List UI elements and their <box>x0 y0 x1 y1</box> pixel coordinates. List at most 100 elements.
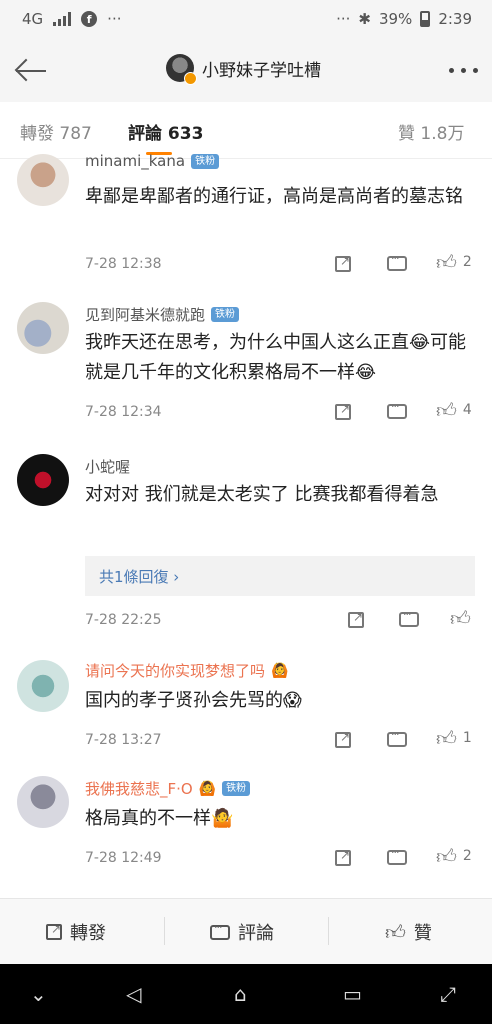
thumbs-up-icon: 👍︎ <box>436 250 457 274</box>
share-action[interactable] <box>335 730 351 748</box>
divider <box>328 917 329 945</box>
like-action[interactable]: 👍︎ 2 <box>436 252 472 272</box>
bottom-action-bar: 轉發 評論 👍︎ 贊 <box>0 898 492 965</box>
fan-badge: 铁粉 <box>191 153 220 169</box>
comment-time: 7-28 22:25 <box>85 612 162 628</box>
comment-icon <box>210 921 230 940</box>
comment-item: minami_kana 铁粉 卑鄙是卑鄙者的通行证，高尚是高尚者的墓志铭 7-2… <box>0 152 492 282</box>
username-text[interactable]: 我佛我慈悲_F·O <box>85 778 193 799</box>
username-text[interactable]: 请问今天的你实现梦想了吗 <box>85 660 265 681</box>
like-action[interactable]: 👍︎ <box>450 608 471 628</box>
system-nav-bar: ⌄ ◁ ⌂ ▭ ⤢ <box>0 964 492 1024</box>
comment-time: 7-28 12:49 <box>85 850 162 866</box>
share-icon <box>335 402 351 420</box>
share-icon <box>46 922 62 940</box>
comment-time: 7-28 12:38 <box>85 256 162 272</box>
comment-item: 请问今天的你实现梦想了吗 🙆 国内的孝子贤孙会先骂的😱 7-28 13:27 👍… <box>0 656 492 756</box>
comment-icon <box>387 400 407 419</box>
comment-button[interactable]: 評論 <box>210 919 274 945</box>
chevron-down-icon[interactable]: ⌄ <box>30 982 47 1006</box>
comment-text: 卑鄙是卑鄙者的通行证，高尚是高尚者的墓志铭 <box>85 186 463 207</box>
username-text[interactable]: minami_kana <box>85 152 185 170</box>
comment-icon <box>399 608 419 627</box>
username-text[interactable]: 见到阿基米德就跑 <box>85 304 205 325</box>
fan-badge: 铁粉 <box>211 307 240 322</box>
repost-label: 轉發 <box>70 923 106 944</box>
user-avatar[interactable] <box>17 660 69 712</box>
comment-username[interactable]: 请问今天的你实现梦想了吗 🙆 <box>85 660 288 681</box>
like-action[interactable]: 👍︎ 1 <box>436 728 472 748</box>
like-action[interactable]: 👍︎ 2 <box>436 846 472 866</box>
like-label: 贊 <box>413 923 432 944</box>
like-count: 2 <box>462 848 472 864</box>
like-count: 2 <box>462 254 472 270</box>
thumbs-up-icon: 👍︎ <box>450 606 471 630</box>
view-replies-link[interactable]: 共1條回復 › <box>85 556 475 596</box>
battery-percent: 39% <box>378 10 413 28</box>
back-triangle-icon[interactable]: ◁ <box>126 982 141 1006</box>
thumbs-up-icon: 👍︎ <box>385 920 406 944</box>
reply-action[interactable] <box>387 252 407 271</box>
share-icon <box>348 610 364 628</box>
back-arrow-icon[interactable] <box>14 56 48 86</box>
comment-item: 小蛇喔 对对对 我们就是太老实了 比赛我都看得着急 7-28 22:25 👍︎ <box>0 452 492 642</box>
like-button[interactable]: 👍︎ 贊 <box>385 919 432 945</box>
like-action[interactable]: 👍︎ 4 <box>436 400 472 420</box>
home-icon[interactable]: ⌂ <box>234 982 247 1006</box>
comment-icon <box>387 728 407 747</box>
comment-text: 我昨天还在思考，为什么中国人这么正直😂可能就是几千年的文化积累格局不一样😂 <box>85 332 467 383</box>
share-icon <box>335 254 351 272</box>
network-indicator: 4G <box>22 10 44 28</box>
comment-time: 7-28 13:27 <box>85 732 162 748</box>
comment-username[interactable]: 我佛我慈悲_F·O 🙆 铁粉 <box>85 778 251 799</box>
facebook-icon: f <box>81 11 98 27</box>
nav-bar: 小野妹子学吐槽 <box>0 40 492 102</box>
user-avatar[interactable] <box>17 454 69 506</box>
signal-icon <box>53 12 72 26</box>
status-bar: 4G f ··· ··· ✱ 39% 2:39 <box>0 0 492 40</box>
bluetooth-icon: ✱ <box>358 10 371 28</box>
repost-button[interactable]: 轉發 <box>46 919 106 945</box>
thumbs-up-icon: 👍︎ <box>436 844 457 868</box>
comment-item: 见到阿基米德就跑 铁粉 我昨天还在思考，为什么中国人这么正直😂可能就是几千年的文… <box>0 300 492 440</box>
share-action[interactable] <box>348 610 364 628</box>
post-author[interactable]: 小野妹子学吐槽 <box>166 54 321 85</box>
user-avatar[interactable] <box>17 776 69 828</box>
battery-icon <box>420 11 431 27</box>
tab-reposts[interactable]: 轉發 787 <box>20 119 92 144</box>
overflow-icon: ··· <box>336 10 351 28</box>
reply-action[interactable] <box>399 608 419 627</box>
more-icon[interactable] <box>449 68 478 73</box>
tab-likes[interactable]: 贊 1.8万 <box>398 119 464 144</box>
expand-icon[interactable]: ⤢ <box>440 982 456 1006</box>
author-avatar[interactable] <box>166 54 197 85</box>
share-action[interactable] <box>335 254 351 272</box>
like-count: 4 <box>462 402 472 418</box>
comment-icon <box>387 252 407 271</box>
clock: 2:39 <box>438 10 472 28</box>
replies-count-text[interactable]: 共1條回復 › <box>99 566 179 587</box>
notification-more-icon: ··· <box>107 10 122 28</box>
comment-username[interactable]: minami_kana 铁粉 <box>85 152 220 170</box>
share-action[interactable] <box>335 402 351 420</box>
share-action[interactable] <box>335 848 351 866</box>
tab-comments[interactable]: 評論 633 <box>128 119 203 144</box>
like-count: 1 <box>462 730 472 746</box>
username-text[interactable]: 小蛇喔 <box>85 456 130 477</box>
reply-action[interactable] <box>387 846 407 865</box>
fan-badge: 铁粉 <box>222 781 251 796</box>
author-name[interactable]: 小野妹子学吐槽 <box>202 56 321 81</box>
comment-item: 我佛我慈悲_F·O 🙆 铁粉 格局真的不一样🤷 7-28 12:49 👍︎ 2 <box>0 774 492 884</box>
comment-username[interactable]: 见到阿基米德就跑 铁粉 <box>85 304 240 325</box>
user-avatar[interactable] <box>17 302 69 354</box>
comment-text: 格局真的不一样🤷 <box>85 808 234 829</box>
user-avatar[interactable] <box>17 154 69 206</box>
recent-apps-icon[interactable]: ▭ <box>343 982 362 1006</box>
emoji-badge: 🙆 <box>271 662 289 679</box>
emoji-badge: 🙆 <box>198 780 217 797</box>
comment-time: 7-28 12:34 <box>85 404 162 420</box>
comment-username[interactable]: 小蛇喔 <box>85 456 130 477</box>
comment-icon <box>387 846 407 865</box>
reply-action[interactable] <box>387 728 407 747</box>
reply-action[interactable] <box>387 400 407 419</box>
